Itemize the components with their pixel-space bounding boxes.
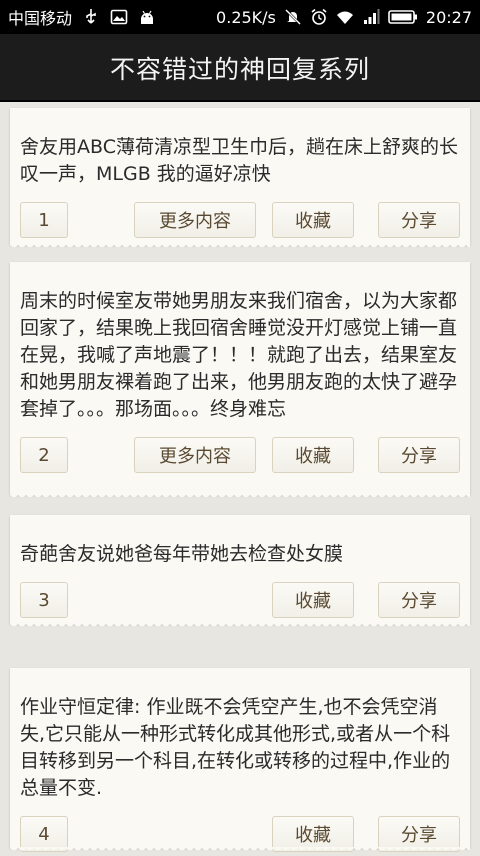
post-index-button[interactable]: 3 [20,582,68,618]
post-actions: 3 收藏 分享 [20,582,460,622]
share-button[interactable]: 分享 [378,202,460,238]
post-card: 奇葩舍友说她爸每年带她去检查处女膜 3 收藏 分享 [10,515,470,629]
post-card: 作业守恒定律: 作业既不会凭空产生,也不会凭空消失,它只能从一种形式转化成其他形… [10,668,470,853]
image-icon [110,8,128,26]
share-button[interactable]: 分享 [378,582,460,618]
post-actions: 1 更多内容 收藏 分享 [20,202,460,242]
usb-icon [82,8,100,26]
status-bar: 中国移动 0.25K/s 20:27 [0,0,480,34]
battery-icon [388,8,418,26]
post-text: 奇葩舍友说她爸每年带她去检查处女膜 [20,543,344,565]
share-button[interactable]: 分享 [378,816,460,852]
post-text: 作业守恒定律: 作业既不会凭空产生,也不会凭空消失,它只能从一种形式转化成其他形… [20,696,451,799]
favorite-button[interactable]: 收藏 [272,816,354,852]
post-actions: 2 更多内容 收藏 分享 [20,437,460,477]
post-actions: 4 收藏 分享 [20,816,460,856]
post-text: 周末的时候室友带她男朋友来我们宿舍，以为大家都回家了，结果晚上我回宿舍睡觉没开灯… [20,290,458,420]
title-bar: 不容错过的神回复系列 [0,34,480,102]
net-speed: 0.25K/s [216,7,276,27]
android-icon [138,8,156,26]
post-index-button[interactable]: 1 [20,202,68,238]
post-text: 舍友用ABC薄荷清凉型卫生巾后，趟在床上舒爽的长叹一声，MLGB 我的逼好凉快 [20,136,458,185]
alarm-icon [310,8,328,26]
page-title: 不容错过的神回复系列 [109,55,370,84]
clock-time: 20:27 [425,7,472,27]
post-card: 周末的时候室友带她男朋友来我们宿舍，以为大家都回家了，结果晚上我回宿舍睡觉没开灯… [10,262,470,500]
favorite-button[interactable]: 收藏 [272,437,354,473]
mute-icon [284,8,302,26]
wifi-icon [336,8,354,26]
more-content-button[interactable]: 更多内容 [134,202,256,238]
post-index-button[interactable]: 4 [20,816,68,852]
favorite-button[interactable]: 收藏 [272,202,354,238]
signal-icon [362,8,380,26]
carrier-label: 中国移动 [8,9,73,28]
post-index-button[interactable]: 2 [20,437,68,473]
favorite-button[interactable]: 收藏 [272,582,354,618]
share-button[interactable]: 分享 [378,437,460,473]
more-content-button[interactable]: 更多内容 [134,437,256,473]
post-card: 舍友用ABC薄荷清凉型卫生巾后，趟在床上舒爽的长叹一声，MLGB 我的逼好凉快 … [10,108,470,250]
